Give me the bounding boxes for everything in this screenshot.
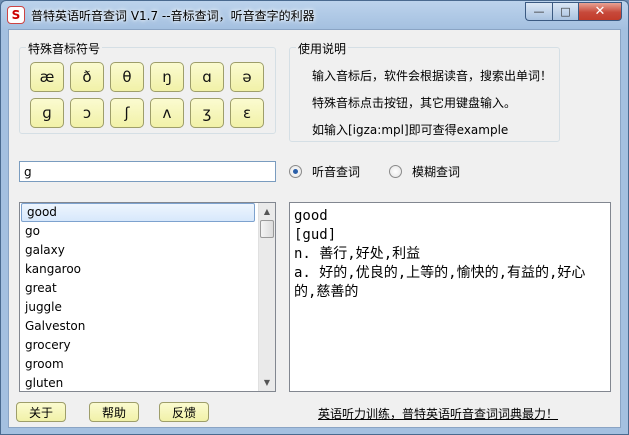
symbol-button[interactable]: ð bbox=[70, 62, 104, 92]
meaning-definition: n. 善行,好处,利益 bbox=[294, 246, 421, 262]
list-item[interactable]: Galveston bbox=[20, 317, 256, 336]
list-item[interactable]: great bbox=[20, 279, 256, 298]
radio-unselected-icon bbox=[389, 165, 402, 178]
phonetic-search-input[interactable] bbox=[19, 161, 276, 182]
meaning-definition: a. 好的,优良的,上等的,愉快的,有益的,好心的,慈善的 bbox=[294, 265, 586, 300]
window-controls: — □ ✕ bbox=[525, 2, 622, 21]
radio-listen-label: 听音查词 bbox=[312, 165, 361, 179]
footer-link[interactable]: 英语听力训练，普特英语听音查词词典最力！ bbox=[318, 405, 558, 422]
scrollbar-thumb[interactable] bbox=[260, 220, 274, 238]
client-area: 特殊音标符号 æ ð θ ŋ ɑ ə ɡ ɔ ʃ ʌ ʒ ε 使用说明 输入音标… bbox=[8, 29, 621, 428]
meaning-word: good bbox=[294, 208, 328, 224]
app-window: S 普特英语听音查词 V1.7 --音标查词，听音查字的利器 — □ ✕ 特殊音… bbox=[0, 0, 629, 435]
symbol-button[interactable]: ʌ bbox=[150, 98, 184, 128]
list-item[interactable]: grocery bbox=[20, 336, 256, 355]
word-list-scrollbar[interactable]: ▲ ▼ bbox=[258, 203, 275, 391]
minimize-button[interactable]: — bbox=[525, 2, 552, 21]
close-button[interactable]: ✕ bbox=[578, 2, 622, 21]
list-item[interactable]: kangaroo bbox=[20, 260, 256, 279]
symbol-button[interactable]: ɔ bbox=[70, 98, 104, 128]
maximize-button[interactable]: □ bbox=[552, 2, 578, 21]
symbol-button[interactable]: ɑ bbox=[190, 62, 224, 92]
radio-listen-search[interactable]: 听音查词 bbox=[289, 163, 360, 180]
list-item[interactable]: juggle bbox=[20, 298, 256, 317]
maximize-icon: □ bbox=[560, 5, 571, 18]
instruction-line: 输入音标后，软件会根据读音，搜索出单词！ bbox=[312, 69, 553, 83]
app-icon: S bbox=[7, 6, 25, 24]
radio-fuzzy-label: 模糊查词 bbox=[412, 165, 461, 179]
symbol-button[interactable]: ŋ bbox=[150, 62, 184, 92]
symbols-group: 特殊音标符号 æ ð θ ŋ ɑ ə ɡ ɔ ʃ ʌ ʒ ε bbox=[19, 40, 276, 134]
symbol-button[interactable]: ʒ bbox=[190, 98, 224, 128]
feedback-button[interactable]: 反馈 bbox=[159, 402, 209, 422]
symbol-button[interactable]: θ bbox=[110, 62, 144, 92]
symbol-grid: æ ð θ ŋ ɑ ə ɡ ɔ ʃ ʌ ʒ ε bbox=[30, 62, 264, 128]
list-item[interactable]: go bbox=[20, 222, 256, 241]
scroll-up-icon[interactable]: ▲ bbox=[259, 203, 275, 220]
word-list[interactable]: good go galaxy kangaroo great juggle Gal… bbox=[19, 202, 276, 392]
instructions-group: 使用说明 输入音标后，软件会根据读音，搜索出单词！ 特殊音标点击按钮，其它用键盘… bbox=[289, 40, 560, 142]
symbols-group-title: 特殊音标符号 bbox=[26, 40, 103, 57]
symbol-button[interactable]: ɡ bbox=[30, 98, 64, 128]
help-button[interactable]: 帮助 bbox=[89, 402, 139, 422]
title-bar[interactable]: S 普特英语听音查词 V1.7 --音标查词，听音查字的利器 — □ ✕ bbox=[1, 1, 628, 29]
symbol-button[interactable]: ε bbox=[230, 98, 264, 128]
about-button[interactable]: 关于 bbox=[16, 402, 66, 422]
meaning-phonetic: [gud] bbox=[294, 227, 337, 243]
list-item[interactable]: good bbox=[21, 203, 255, 222]
instruction-line: 特殊音标点击按钮，其它用键盘输入。 bbox=[312, 96, 517, 110]
minimize-icon: — bbox=[533, 5, 545, 18]
list-item[interactable]: groom bbox=[20, 355, 256, 374]
symbol-button[interactable]: ə bbox=[230, 62, 264, 92]
symbol-button[interactable]: ʃ bbox=[110, 98, 144, 128]
radio-selected-icon bbox=[289, 165, 302, 178]
radio-fuzzy-search[interactable]: 模糊查词 bbox=[389, 163, 460, 180]
instruction-line: 如输入[igza:mpl]即可查得example bbox=[312, 123, 509, 137]
instructions-group-title: 使用说明 bbox=[296, 40, 349, 57]
symbol-button[interactable]: æ bbox=[30, 62, 64, 92]
scroll-down-icon[interactable]: ▼ bbox=[259, 374, 275, 391]
list-item[interactable]: galaxy bbox=[20, 241, 256, 260]
close-icon: ✕ bbox=[594, 4, 606, 19]
meaning-panel[interactable]: good [gud] n. 善行,好处,利益 a. 好的,优良的,上等的,愉快的… bbox=[289, 202, 611, 392]
window-title: 普特英语听音查词 V1.7 --音标查词，听音查字的利器 bbox=[31, 9, 315, 23]
list-item[interactable]: gluten bbox=[20, 374, 256, 391]
